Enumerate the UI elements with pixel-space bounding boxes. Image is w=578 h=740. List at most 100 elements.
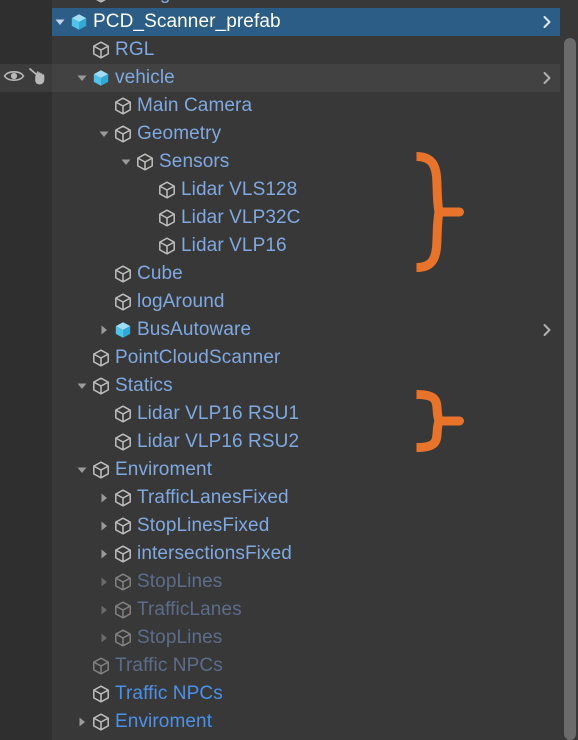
row-indent <box>0 554 96 555</box>
hierarchy-row[interactable]: Main Camera <box>0 92 578 120</box>
twisty-collapsed-icon[interactable] <box>96 596 112 624</box>
hierarchy-row[interactable]: PointCloudScanner <box>0 344 578 372</box>
hierarchy-tree[interactable]: ConfigFile PCD_Scanner_prefab RGL vehicle Ma… <box>0 0 578 740</box>
twisty-collapsed-icon[interactable] <box>96 512 112 540</box>
row-indent <box>0 134 96 135</box>
vertical-scrollbar[interactable] <box>560 0 578 740</box>
hierarchy-row-label: TrafficLanes <box>137 599 242 620</box>
row-gutter-toggles[interactable] <box>0 64 52 92</box>
row-indent <box>0 302 96 303</box>
hierarchy-row[interactable]: logAround <box>0 288 578 316</box>
hierarchy-row-label: TrafficLanesFixed <box>137 487 289 508</box>
gameobject-cube-icon <box>112 400 134 428</box>
hierarchy-row-label: PointCloudScanner <box>115 347 281 368</box>
hierarchy-row[interactable]: Enviroment <box>0 456 578 484</box>
row-indent <box>0 22 52 23</box>
eye-icon[interactable] <box>3 67 25 90</box>
twisty-expanded-icon[interactable] <box>52 8 68 36</box>
gameobject-cube-icon <box>90 680 112 708</box>
hierarchy-row-label: intersectionsFixed <box>137 543 292 564</box>
hierarchy-row[interactable]: intersectionsFixed <box>0 540 578 568</box>
hierarchy-row-label: Cube <box>137 263 183 284</box>
gameobject-cube-icon <box>112 260 134 288</box>
twisty-placeholder <box>96 260 112 288</box>
gameobject-cube-icon <box>112 484 134 512</box>
hierarchy-row-label: Statics <box>115 375 173 396</box>
gameobject-cube-icon <box>112 596 134 624</box>
hierarchy-row[interactable]: Traffic NPCs <box>0 652 578 680</box>
hand-pointer-icon[interactable] <box>28 66 50 91</box>
twisty-collapsed-icon[interactable] <box>96 624 112 652</box>
twisty-placeholder <box>140 204 156 232</box>
hierarchy-row-label: StopLines <box>137 571 223 592</box>
hierarchy-row[interactable]: Lidar VLS128 <box>0 176 578 204</box>
twisty-expanded-icon[interactable] <box>118 148 134 176</box>
twisty-expanded-icon[interactable] <box>74 372 90 400</box>
hierarchy-row[interactable]: TrafficLanesFixed <box>0 484 578 512</box>
twisty-expanded-icon[interactable] <box>74 64 90 92</box>
hierarchy-row[interactable]: Enviroment <box>0 708 578 736</box>
row-indent <box>0 190 140 191</box>
hierarchy-row[interactable]: TrafficLanes <box>0 596 578 624</box>
hierarchy-row[interactable]: Lidar VLP16 RSU1 <box>0 400 578 428</box>
prefab-open-chevron-icon[interactable] <box>538 64 556 92</box>
twisty-placeholder <box>96 400 112 428</box>
hierarchy-row[interactable]: Sensors <box>0 148 578 176</box>
gameobject-cube-icon <box>156 232 178 260</box>
hierarchy-row[interactable]: StopLines <box>0 624 578 652</box>
row-indent <box>0 722 74 723</box>
hierarchy-row-label: Traffic NPCs <box>115 655 223 676</box>
gameobject-cube-icon <box>112 540 134 568</box>
twisty-placeholder <box>96 288 112 316</box>
gameobject-cube-icon <box>112 288 134 316</box>
twisty-collapsed-icon[interactable] <box>96 484 112 512</box>
row-indent <box>0 106 96 107</box>
hierarchy-row-label: StopLines <box>137 627 223 648</box>
twisty-collapsed-icon[interactable] <box>96 316 112 344</box>
hierarchy-row-label: BusAutoware <box>137 319 252 340</box>
twisty-collapsed-icon[interactable] <box>74 708 90 736</box>
hierarchy-row[interactable]: StopLines <box>0 568 578 596</box>
row-indent <box>0 470 74 471</box>
gameobject-cube-icon <box>90 456 112 484</box>
twisty-expanded-icon[interactable] <box>74 456 90 484</box>
prefab-open-chevron-icon[interactable] <box>538 8 556 36</box>
prefab-open-chevron-icon[interactable] <box>538 316 556 344</box>
hierarchy-row-label: StopLinesFixed <box>137 515 270 536</box>
scrollbar-thumb[interactable] <box>564 38 576 740</box>
hierarchy-row[interactable]: Lidar VLP16 RSU2 <box>0 428 578 456</box>
twisty-collapsed-icon[interactable] <box>96 568 112 596</box>
row-indent <box>0 414 96 415</box>
gameobject-cube-icon <box>112 512 134 540</box>
hierarchy-row-label: Lidar VLS128 <box>181 179 298 200</box>
hierarchy-row[interactable]: vehicle <box>0 64 578 92</box>
hierarchy-row[interactable]: StopLinesFixed <box>0 512 578 540</box>
hierarchy-row[interactable]: Statics <box>0 372 578 400</box>
prefab-cube-icon <box>112 316 134 344</box>
hierarchy-row[interactable]: PCD_Scanner_prefab <box>0 8 578 36</box>
twisty-placeholder <box>74 36 90 64</box>
hierarchy-row[interactable]: Lidar VLP32C <box>0 204 578 232</box>
twisty-placeholder <box>74 680 90 708</box>
hierarchy-row[interactable]: Traffic NPCs <box>0 680 578 708</box>
hierarchy-row[interactable]: Lidar VLP16 <box>0 232 578 260</box>
gameobject-cube-icon <box>90 372 112 400</box>
hierarchy-row-label: Lidar VLP16 RSU2 <box>137 431 300 452</box>
hierarchy-row-label: Main Camera <box>137 95 253 116</box>
hierarchy-row[interactable]: RGL <box>0 36 578 64</box>
hierarchy-row[interactable]: Geometry <box>0 120 578 148</box>
row-indent <box>0 638 96 639</box>
gameobject-cube-icon <box>134 148 156 176</box>
hierarchy-row[interactable]: Cube <box>0 260 578 288</box>
hierarchy-row-label: Enviroment <box>115 459 213 480</box>
gameobject-cube-icon <box>156 204 178 232</box>
twisty-expanded-icon[interactable] <box>96 120 112 148</box>
row-indent <box>0 274 96 275</box>
hierarchy-row[interactable]: ConfigFile <box>0 0 578 8</box>
twisty-collapsed-icon[interactable] <box>96 540 112 568</box>
hierarchy-row-label: Sensors <box>159 151 230 172</box>
hierarchy-row[interactable]: BusAutoware <box>0 316 578 344</box>
twisty-placeholder <box>74 344 90 372</box>
gameobject-cube-icon <box>112 568 134 596</box>
hierarchy-row[interactable]: Noise Setting <box>0 736 578 740</box>
